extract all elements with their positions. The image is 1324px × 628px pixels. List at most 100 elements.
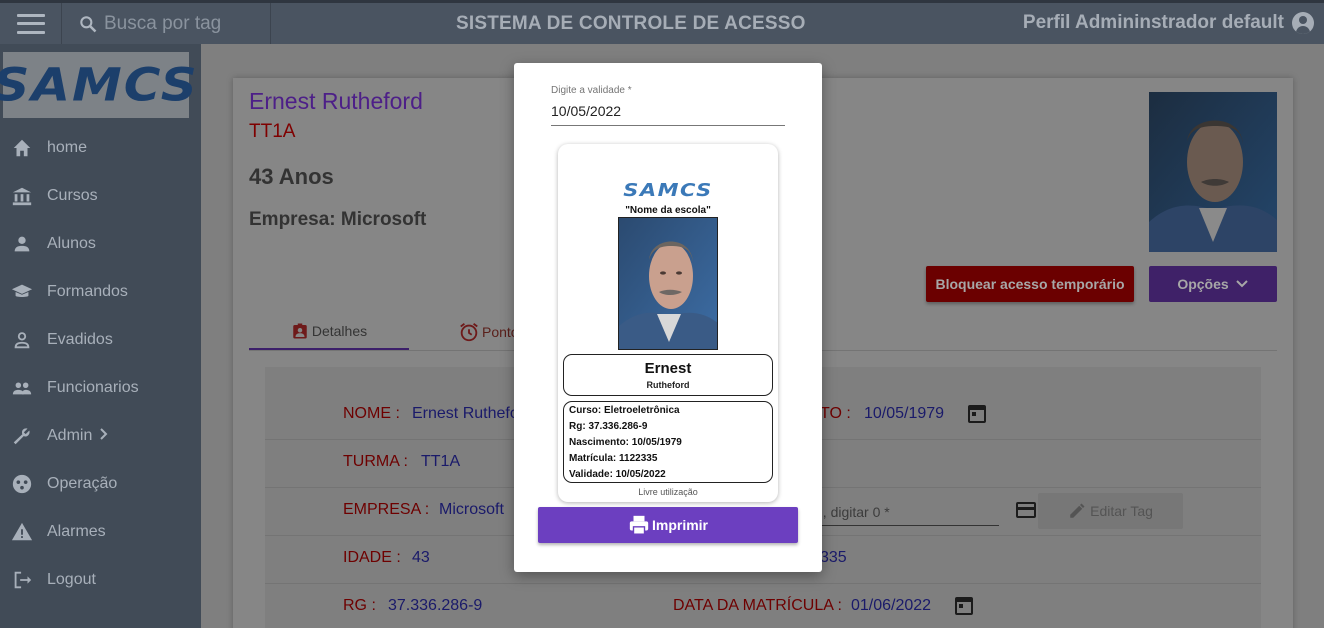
row-divider: [265, 583, 1261, 584]
card-matricula: Matrícula: 1122335: [569, 453, 658, 464]
tab-ponto[interactable]: Ponto: [458, 314, 519, 350]
bank-icon: [10, 184, 34, 208]
logo-text: SAMCS: [0, 58, 199, 112]
app-title: SISTEMA DE CONTROLE DE ACESSO: [456, 13, 806, 34]
student-class: TT1A: [249, 121, 296, 142]
empresa-value: Microsoft: [439, 501, 504, 518]
block-access-button[interactable]: Bloquear acesso temporário: [926, 266, 1134, 302]
profile-menu[interactable]: Perfil Admininstrador default: [1023, 12, 1314, 34]
turma-label: TURMA :: [343, 453, 408, 470]
tab-details-label: Detalhes: [311, 323, 368, 339]
sidebar-item-funcionarios[interactable]: Funcionarios: [0, 364, 201, 412]
card-name-box: Ernest Rutheford: [563, 354, 773, 396]
sidebar-item-alarmes[interactable]: Alarmes: [0, 508, 201, 556]
person-outline-icon: [10, 328, 34, 352]
print-card-dialog: Digite a validade * 10/05/2022 SAMCS "No…: [514, 63, 822, 572]
data-matricula-label: DATA DA MATRÍCULA :: [673, 597, 842, 614]
sidebar-item-label: Funcionarios: [47, 379, 139, 396]
sidebar-item-home[interactable]: home: [0, 124, 201, 172]
card-info-box: Curso: Eletroeletrônica Rg: 37.336.286-9…: [563, 401, 773, 483]
badge-icon: [293, 323, 307, 339]
student-company: Empresa: Microsoft: [249, 209, 427, 230]
sidebar-item-label: Admin: [47, 427, 93, 444]
idade-label: IDADE :: [343, 549, 401, 566]
card-validade: Validade: 10/05/2022: [569, 469, 666, 480]
chevron-right-icon: [98, 427, 110, 445]
options-label: Opções: [1177, 276, 1229, 292]
sidebar-item-cursos[interactable]: Cursos: [0, 172, 201, 220]
sidebar-item-label: Evadidos: [47, 331, 113, 348]
sidebar-nav: home Cursos Alunos Formandos Evadidos Fu…: [0, 124, 201, 604]
calendar-icon[interactable]: [955, 597, 973, 615]
hamburger-icon: [16, 13, 45, 34]
pencil-icon: [1070, 503, 1085, 518]
nascimento-label: TO :: [820, 405, 851, 422]
logo: SAMCS: [0, 52, 197, 118]
warning-icon: [10, 520, 34, 544]
print-button[interactable]: Imprimir: [538, 507, 798, 543]
top-bar: SISTEMA DE CONTROLE DE ACESSO Perfil Adm…: [0, 0, 1324, 44]
sidebar: SAMCS home Cursos Alunos Formandos Evadi…: [0, 44, 201, 628]
sidebar-item-label: Alarmes: [47, 523, 106, 540]
calendar-icon[interactable]: [968, 405, 986, 423]
student-age: 43 Anos: [249, 164, 334, 189]
card-free-use: Livre utilização: [638, 487, 698, 497]
id-card-preview: SAMCS "Nome da escola" Ernest Rutheford …: [558, 144, 778, 502]
edit-tag-button[interactable]: Editar Tag: [1038, 493, 1183, 529]
person-icon: [10, 232, 34, 256]
card-logo: SAMCS: [623, 179, 713, 201]
sidebar-item-operacao[interactable]: Operação: [0, 460, 201, 508]
sidebar-item-alunos[interactable]: Alunos: [0, 220, 201, 268]
nascimento-value: 10/05/1979: [864, 405, 945, 422]
graduation-cap-icon: [10, 280, 34, 304]
account-circle-icon: [1292, 12, 1314, 34]
rg-value: 37.336.286-9: [388, 597, 483, 614]
tag-input[interactable]: g, digitar 0 *: [815, 497, 999, 526]
tab-details[interactable]: Detalhes: [249, 314, 409, 350]
chevron-down-icon: [1235, 280, 1248, 288]
people-icon: [10, 376, 34, 400]
home-icon: [10, 136, 34, 160]
card-photo: [618, 217, 718, 350]
idade-value: 43: [412, 549, 430, 566]
sidebar-item-label: Cursos: [47, 187, 98, 204]
profile-label: Perfil Admininstrador default: [1022, 12, 1284, 33]
card-curso: Curso: Eletroeletrônica: [569, 405, 680, 416]
sidebar-item-formandos[interactable]: Formandos: [0, 268, 201, 316]
wrench-icon: [10, 424, 34, 448]
student-photo: [1149, 92, 1277, 252]
sidebar-item-label: Operação: [47, 475, 118, 492]
data-matricula-value: 01/06/2022: [851, 597, 932, 614]
turma-value: TT1A: [421, 453, 461, 470]
sidebar-item-evadidos[interactable]: Evadidos: [0, 316, 201, 364]
card-first-name: Ernest: [644, 360, 692, 377]
sidebar-item-label: Alunos: [47, 235, 96, 252]
credit-card-icon[interactable]: [1016, 502, 1036, 518]
school-name: "Nome da escola": [625, 205, 711, 216]
menu-button[interactable]: [0, 3, 62, 44]
search-icon: [80, 15, 97, 32]
sidebar-item-logout[interactable]: Logout: [0, 556, 201, 604]
printer-icon: [629, 515, 649, 535]
edit-tag-label: Editar Tag: [1090, 503, 1153, 519]
card-last-name: Rutheford: [646, 380, 690, 390]
search-input[interactable]: [104, 12, 254, 35]
sidebar-item-label: home: [47, 139, 88, 156]
card-rg: Rg: 37.336.286-9: [569, 421, 648, 432]
rg-label: RG :: [343, 597, 376, 614]
matricula-value: 335: [820, 549, 847, 566]
card-nascimento: Nascimento: 10/05/1979: [569, 437, 682, 448]
validade-input[interactable]: 10/05/2022: [551, 101, 785, 126]
dots-circle-icon: [10, 472, 34, 496]
student-name: Ernest Rutheford: [249, 88, 423, 114]
alarm-clock-icon: [460, 323, 478, 342]
validade-label: Digite a validade *: [551, 85, 632, 96]
print-label: Imprimir: [651, 517, 708, 533]
sidebar-item-label: Logout: [47, 571, 96, 588]
logout-icon: [10, 568, 34, 592]
sidebar-item-admin[interactable]: Admin: [0, 412, 201, 460]
options-button[interactable]: Opções: [1149, 266, 1277, 302]
empresa-label: EMPRESA :: [343, 501, 430, 518]
nome-label: NOME :: [343, 405, 400, 422]
sidebar-item-label: Formandos: [47, 283, 128, 300]
